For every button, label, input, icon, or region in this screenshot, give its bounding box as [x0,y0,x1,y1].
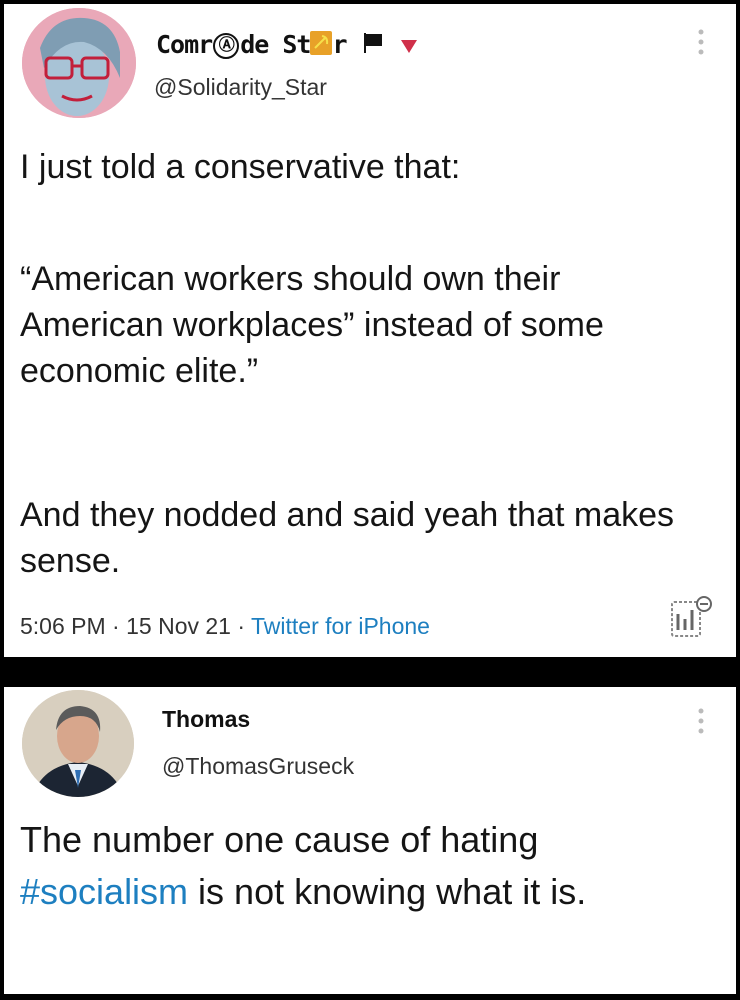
tweet-time[interactable]: 5:06 PM [20,613,106,639]
red-triangle-icon [399,32,419,61]
hashtag-link[interactable]: #socialism [20,871,188,912]
tweet-source[interactable]: Twitter for iPhone [251,613,430,639]
display-name-suffix: r [332,30,347,59]
tweet-card-thomas: Thomas @ThomasGruseck The number one cau… [4,687,736,994]
more-vertical-icon[interactable] [697,28,705,61]
tweet-text-quote: “American workers should own their Ameri… [20,260,604,390]
tweet-text: The number one cause of hating #socialis… [20,814,710,918]
user-handle[interactable]: @Solidarity_Star [154,74,327,101]
more-vertical-icon[interactable] [697,707,705,740]
display-name-prefix: Comr [156,30,213,59]
tweet-text-line1: I just told a conservative that: [20,148,461,186]
hammer-sickle-icon [310,31,333,61]
tweet-text-after: is not knowing what it is. [188,871,587,912]
tweet-text-before: The number one cause of hating [20,819,539,860]
display-name[interactable]: Comr Ⓐde St r [156,30,419,61]
avatar-solidarity-star[interactable] [22,8,136,118]
display-name-mid: de St [240,30,311,59]
tweet-text-line3: And they nodded and said yeah that makes… [20,496,675,580]
display-name[interactable]: Thomas [162,706,250,733]
tweet-date[interactable]: 15 Nov 21 [126,613,231,639]
meta-separator: · [230,613,251,639]
user-handle[interactable]: @ThomasGruseck [162,753,354,780]
circle-a-icon: Ⓐ [213,33,240,59]
analytics-icon[interactable] [666,592,716,647]
tweet-card-solidarity-star: Comr Ⓐde St r @Solidarity_Star I just told… [4,4,736,657]
avatar-thomas[interactable] [22,690,134,797]
meta-separator: · [105,613,127,639]
black-flag-icon [361,31,385,61]
tweet-meta: 5:06 PM · 15 Nov 21 · Twitter for iPhone [20,613,430,640]
